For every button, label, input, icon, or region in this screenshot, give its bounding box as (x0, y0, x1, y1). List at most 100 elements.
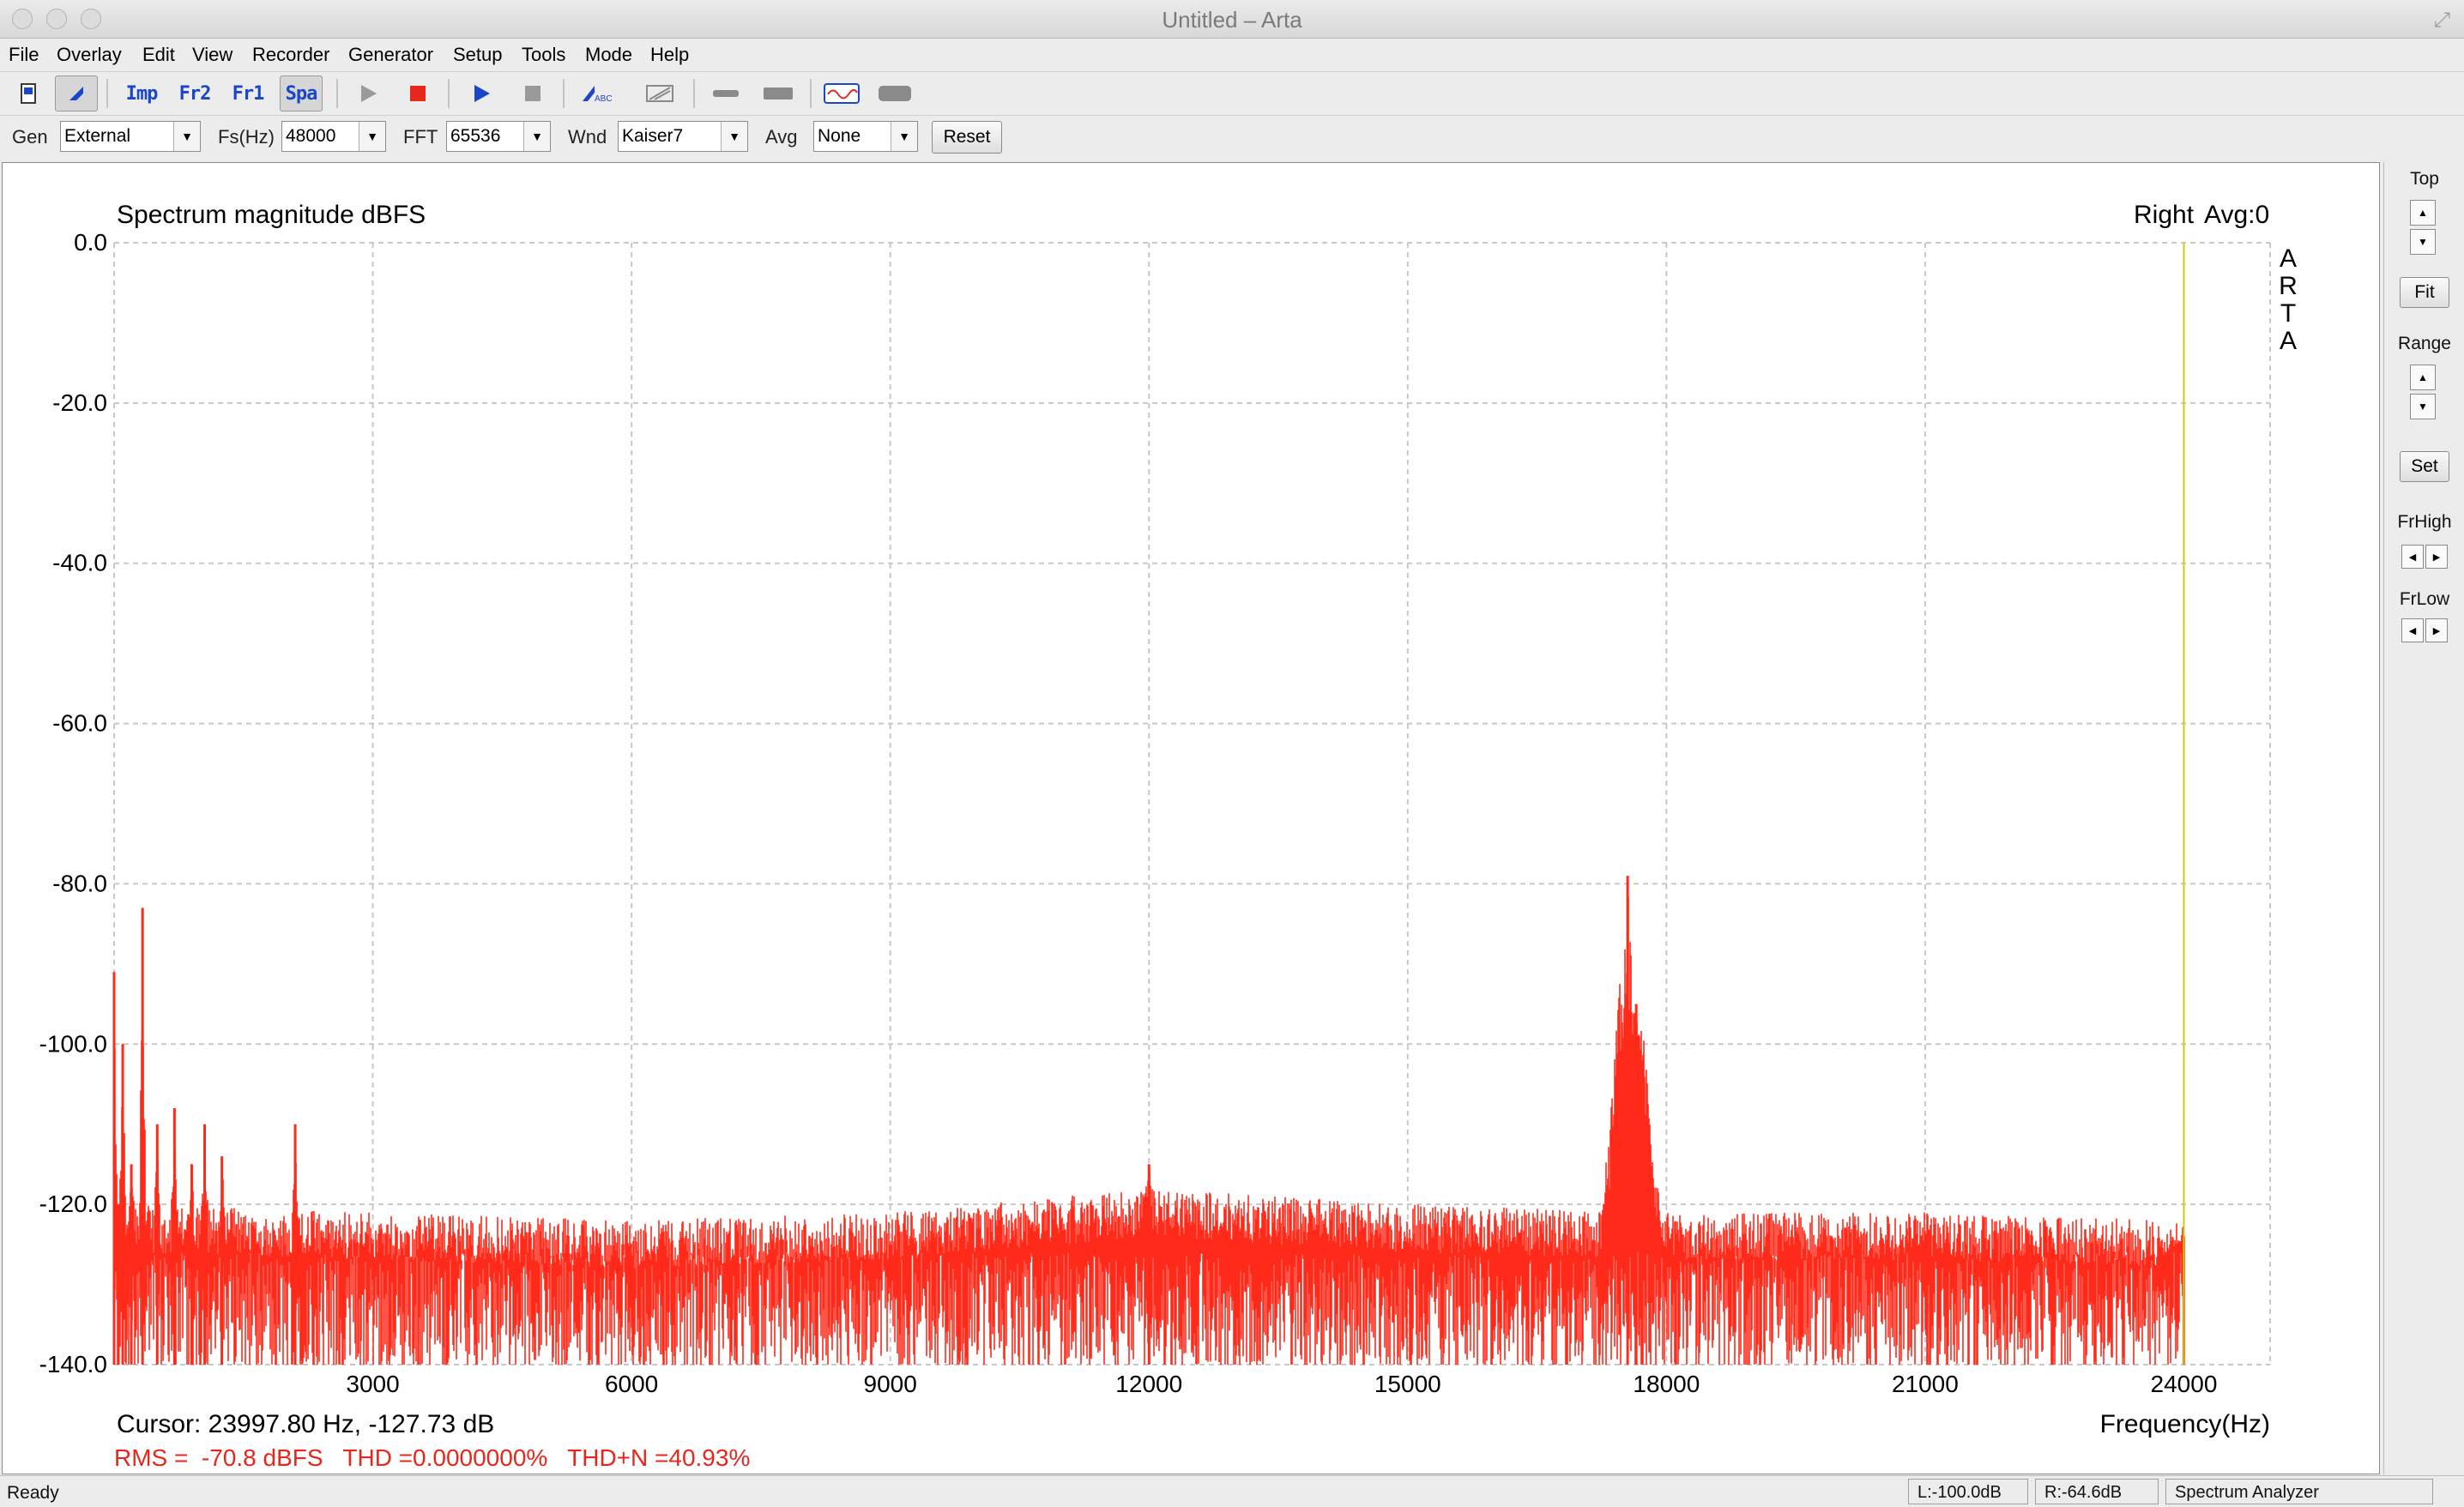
chart-title: Spectrum magnitude dBFS (117, 201, 426, 229)
menu-mode[interactable]: Mode (585, 44, 632, 66)
mode-readout: Spectrum Analyzer (2165, 1479, 2433, 1504)
menu-bar: File Overlay Edit View Recorder Generato… (0, 39, 2464, 72)
left-level-readout: L:-100.0dB (1908, 1479, 2028, 1504)
y-tick-label: -40.0 (52, 550, 107, 576)
new-file-button[interactable] (7, 75, 50, 112)
spectrum-chart[interactable]: 0.0 -20.0 -40.0 -60.0 -80.0 -100.0 -120.0 -140.… (2, 162, 2380, 1474)
frlow-left-button[interactable]: ◀ (2401, 618, 2424, 642)
chevron-down-icon: ▼ (721, 122, 747, 151)
x-axis-label: Frequency(Hz) (2100, 1410, 2270, 1438)
menu-generator[interactable]: Generator (348, 44, 433, 66)
menu-edit[interactable]: Edit (142, 44, 175, 66)
menu-view[interactable]: View (192, 44, 233, 66)
watermark-letter-r: R (2279, 272, 2298, 300)
fit-button[interactable]: Fit (2400, 277, 2449, 308)
y-tick-label: -140.0 (39, 1351, 107, 1377)
y-tick-label: -20.0 (52, 389, 107, 416)
x-tick-label: 3000 (346, 1371, 399, 1397)
avg-label: Avg (765, 126, 798, 148)
y-tick-label: -60.0 (52, 710, 107, 737)
status-bar: Ready L:-100.0dB R:-64.6dB Spectrum Anal… (0, 1475, 2464, 1507)
title-bar: Untitled – Arta ⤢ (0, 0, 2464, 39)
play-icon (361, 85, 377, 102)
record-play-button[interactable] (347, 75, 390, 112)
window-title: Untitled – Arta (1162, 7, 1302, 33)
record-stop-button[interactable] (396, 75, 439, 112)
spa-mode-button[interactable]: Spa (280, 75, 323, 112)
meter-button[interactable] (873, 75, 916, 112)
annotate-button[interactable]: ABC (577, 75, 619, 112)
menu-help[interactable]: Help (650, 44, 689, 66)
fs-select-value: 48000 (286, 126, 336, 146)
fr1-mode-button[interactable]: Fr1 (226, 75, 269, 112)
fft-select[interactable]: 65536 ▼ (446, 121, 551, 152)
range-down-button[interactable]: ▼ (2410, 394, 2436, 419)
impulse-mode-button[interactable]: Imp (120, 75, 163, 112)
frhigh-left-button[interactable]: ◀ (2401, 545, 2424, 569)
frhigh-right-button[interactable]: ▶ (2425, 545, 2448, 569)
top-up-button[interactable]: ▲ (2410, 200, 2436, 226)
fft-label: FFT (403, 126, 438, 148)
menu-setup[interactable]: Setup (453, 44, 503, 66)
spa-mode-label: Spa (285, 82, 318, 105)
wnd-select[interactable]: Kaiser7 ▼ (618, 121, 748, 152)
level-button[interactable] (757, 75, 800, 112)
y-tick-label: -120.0 (39, 1191, 107, 1217)
cursor-tool-button[interactable] (55, 75, 98, 112)
set-button[interactable]: Set (2400, 451, 2449, 482)
overlay-button[interactable] (638, 75, 681, 112)
frhigh-label: FrHigh (2397, 512, 2452, 532)
probe-icon (713, 90, 739, 97)
scope-button[interactable] (820, 75, 863, 112)
x-tick-label: 12000 (1115, 1371, 1182, 1397)
avg-select[interactable]: None ▼ (813, 121, 918, 152)
y-tick-label: -80.0 (52, 870, 107, 896)
frlow-right-button[interactable]: ▶ (2425, 618, 2448, 642)
overlay-icon (646, 85, 673, 102)
arta-watermark: A R T A (2279, 244, 2298, 355)
cursor-icon (69, 87, 83, 100)
avg-count-label: Avg:0 (2204, 201, 2269, 229)
gen-select-value: External (64, 126, 131, 146)
menu-recorder[interactable]: Recorder (252, 44, 329, 66)
impulse-mode-label: Imp (125, 82, 159, 105)
x-tick-label: 24000 (2151, 1371, 2218, 1397)
generator-stop-button[interactable] (511, 75, 554, 112)
menu-tools[interactable]: Tools (522, 44, 565, 66)
fr2-mode-button[interactable]: Fr2 (173, 75, 216, 112)
fr2-mode-label: Fr2 (178, 82, 212, 105)
play-icon (474, 85, 490, 102)
gen-label: Gen (12, 126, 48, 148)
y-tick-label: 0.0 (74, 229, 107, 256)
svg-text:ABC: ABC (595, 94, 613, 104)
menu-file[interactable]: File (9, 44, 39, 66)
fs-select[interactable]: 48000 ▼ (281, 121, 386, 152)
cursor-readout: Cursor: 23997.80 Hz, -127.73 dB (117, 1410, 494, 1438)
spectrum-plot[interactable]: 0.0 -20.0 -40.0 -60.0 -80.0 -100.0 -120.0 -140.… (3, 163, 2377, 1472)
oscilloscope-icon (824, 83, 860, 104)
range-label: Range (2398, 334, 2451, 353)
top-down-button[interactable]: ▼ (2410, 229, 2436, 255)
y-tick-label: -100.0 (39, 1030, 107, 1057)
wnd-label: Wnd (568, 126, 607, 148)
scale-panel: Top ▲ ▼ Fit Range ▲ ▼ Set FrHigh ◀ ▶ FrL… (2383, 162, 2464, 1474)
x-tick-label: 15000 (1374, 1371, 1441, 1397)
generator-play-button[interactable] (460, 75, 503, 112)
stop-icon (525, 86, 541, 101)
stop-icon (410, 86, 426, 101)
watermark-letter-t: T (2280, 299, 2296, 328)
gen-select[interactable]: External ▼ (60, 121, 201, 152)
fft-select-value: 65536 (450, 126, 501, 146)
control-bar: Gen External ▼ Fs(Hz) 48000 ▼ FFT 65536 … (0, 116, 2464, 160)
fr1-mode-label: Fr1 (232, 82, 265, 105)
chevron-down-icon: ▼ (523, 122, 550, 151)
menu-overlay[interactable]: Overlay (57, 44, 122, 66)
fullscreen-icon[interactable]: ⤢ (2434, 9, 2450, 33)
reset-button[interactable]: Reset (932, 121, 1002, 154)
range-up-button[interactable]: ▲ (2410, 365, 2436, 390)
x-tick-label: 21000 (1892, 1371, 1959, 1397)
watermark-letter-a2: A (2280, 327, 2297, 355)
x-tick-label: 6000 (605, 1371, 658, 1397)
status-text: Ready (7, 1483, 59, 1503)
probe-button[interactable] (705, 75, 748, 112)
